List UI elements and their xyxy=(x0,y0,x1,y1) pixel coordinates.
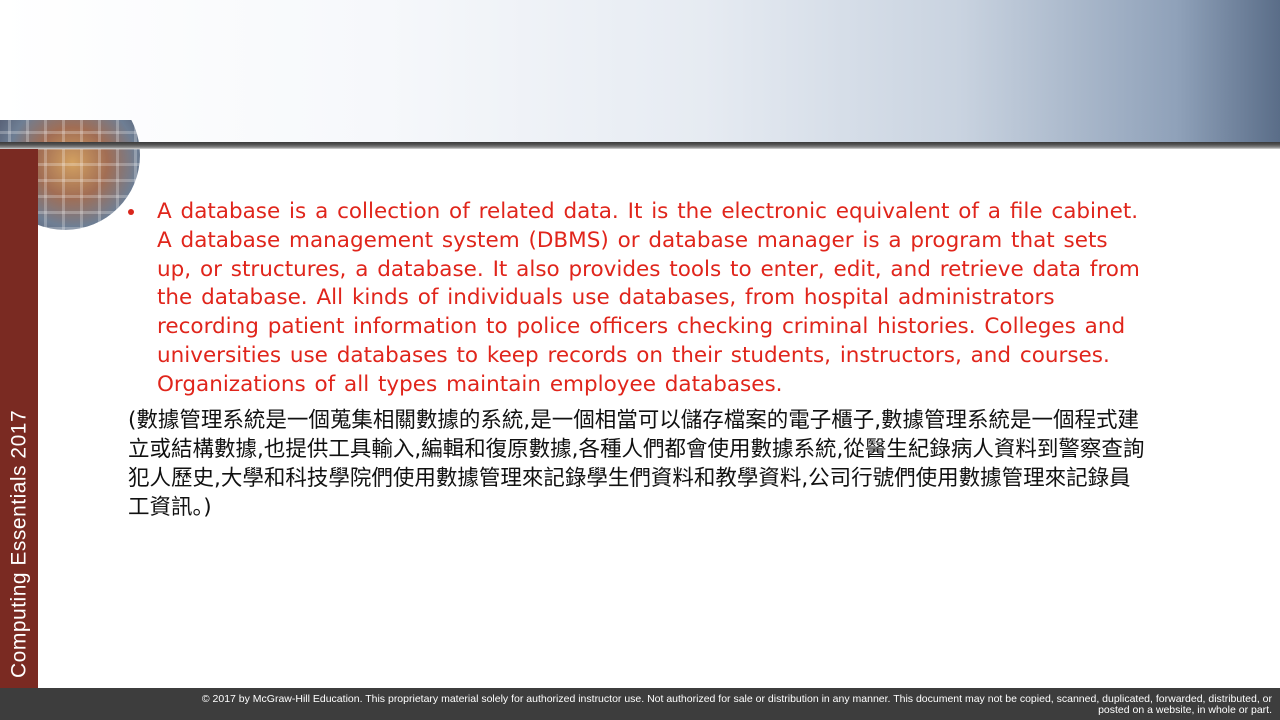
bullet-text: A database is a collection of related da… xyxy=(157,199,1140,397)
slide-content: A database is a collection of related da… xyxy=(128,198,1148,522)
copyright-footer: © 2017 by McGraw-Hill Education. This pr… xyxy=(0,688,1280,720)
bullet-item: A database is a collection of related da… xyxy=(128,198,1148,400)
chinese-translation: (數據管理系統是一個蒐集相關數據的系統,是一個相當可以儲存檔案的電子櫃子,數據管… xyxy=(128,407,1145,520)
header-divider xyxy=(0,142,1280,149)
footer-line-2: posted on a website, in whole or part. xyxy=(1098,704,1272,716)
header-band xyxy=(0,0,1280,143)
bullet-dot-icon xyxy=(128,209,134,215)
footer-line-1: © 2017 by McGraw-Hill Education. This pr… xyxy=(201,693,1272,705)
sidebar-title: Computing Essentials 2017 xyxy=(7,409,31,678)
